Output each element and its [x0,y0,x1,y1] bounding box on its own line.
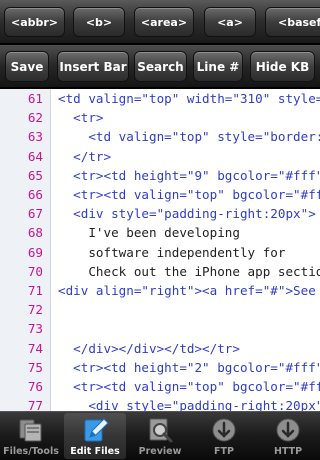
code-text: <tr><td valign="top" bgcolor="#fff"> [58,379,320,394]
code-line[interactable]: 69 software independently for [0,243,320,262]
code-line[interactable]: 68 I've been developing [0,223,320,242]
code-line[interactable]: 71 <div align="right"><a href="#">See mor… [0,281,320,300]
line-number: 67 [27,206,43,222]
tag-button-a[interactable]: <a> [204,7,256,37]
line-number: 74 [27,340,43,356]
line-number: 70 [27,263,43,279]
code-line[interactable]: 74 </div></div></td></tr> [0,339,320,358]
tag-button-b[interactable]: <b> [73,7,125,37]
line-number: 72 [27,302,43,318]
line-number: 73 [27,321,43,337]
tab-label: Files/Tools [3,446,59,457]
edit-pencil-icon [84,418,109,442]
code-text: <div style="padding-right:20px"> [58,206,316,222]
code-text: </div></div></td></tr> [58,340,240,356]
code-line[interactable]: 75 <tr><td height="2" bgcolor="#fff"> [0,358,320,377]
code-text: <div align="right"><a href="#">See more [58,283,316,298]
insert-bar-button[interactable]: Insert Bar [57,51,129,82]
code-text: <div style="padding-right:20px"> [58,398,320,411]
code-text: software independently for [58,244,286,260]
tab-label: Edit Files [70,446,120,457]
tag-button-basefont[interactable]: <basefont> [265,7,320,37]
search-button[interactable]: Search [134,51,187,82]
tag-button-area[interactable]: <area> [134,7,194,37]
tag-button-abbr[interactable]: <abbr> [4,7,65,37]
line-number: 61 [27,91,43,106]
hide-keyboard-button[interactable]: Hide KB [250,51,315,82]
code-line[interactable]: 62 <tr> [0,108,320,127]
code-line[interactable]: 61 <td valign="top" width="310" style="pa… [0,89,320,108]
line-number-button[interactable]: Line # [193,51,243,82]
code-text: <tr> [58,110,104,126]
magnifier-icon [149,418,173,443]
code-line[interactable]: 64 </tr> [0,147,320,166]
tab-label: FTP [214,446,234,457]
save-button[interactable]: Save [5,51,49,82]
code-editor[interactable]: 61 <td valign="top" width="310" style="pa… [0,89,320,411]
code-line[interactable]: 76 <tr><td valign="top" bgcolor="#fff"> [0,377,320,396]
code-line[interactable]: 77 <div style="padding-right:20px"> [0,396,320,411]
code-text: I've been developing [58,225,240,241]
code-line[interactable]: 72 [0,300,320,319]
code-line[interactable]: 73 [0,319,320,338]
line-number: 76 [27,379,43,394]
code-line[interactable]: 65 <tr><td height="9" bgcolor="#fff"> [0,166,320,185]
action-bar: Save Insert Bar Search Line # Hide KB [0,45,320,88]
folder-icon [19,419,42,442]
line-number: 64 [27,148,43,164]
line-number: 69 [27,244,43,260]
code-line[interactable]: 63 <td valign="top" style="border:0px"> [0,127,320,146]
tab-preview[interactable]: Preview [129,413,191,459]
tab-bar: Files/Tools Edit Files Preview FTP HTTP [0,411,320,460]
tab-edit-files[interactable]: Edit Files [64,413,126,459]
http-download-icon [276,418,300,442]
code-text: <tr><td height="2" bgcolor="#fff"> [58,359,320,375]
code-line[interactable]: 70 Check out the iPhone app section [0,262,320,281]
tab-ftp[interactable]: FTP [193,413,255,459]
line-number: 66 [27,187,43,202]
tab-http[interactable]: HTTP [257,413,319,459]
code-text: <td valign="top" style="border:0px"> [88,129,320,145]
line-number: 63 [27,129,43,145]
line-number: 68 [27,225,43,241]
tag-bar: <abbr> <b> <area> <a> <basefont> [0,0,320,44]
code-line[interactable]: 67 <div style="padding-right:20px"> [0,204,320,223]
line-number: 65 [27,167,43,183]
line-number: 77 [27,398,43,411]
tab-label: Preview [138,446,182,457]
code-text: <td valign="top" width="310" style="padd… [58,91,320,106]
code-text: <tr><td valign="top" bgcolor="#fff"> [58,187,320,202]
line-number: 71 [27,283,43,298]
tab-files-tools[interactable]: Files/Tools [0,413,62,459]
code-text: </tr> [58,148,112,164]
ftp-globe-icon [212,418,236,442]
tab-label: HTTP [273,446,303,457]
code-line[interactable]: 66 <tr><td valign="top" bgcolor="#fff"> [0,185,320,204]
line-number: 62 [27,110,43,126]
code-text: Check out the iPhone app section [58,263,320,279]
line-number: 75 [27,359,43,375]
code-text: <tr><td height="9" bgcolor="#fff"> [58,167,320,183]
